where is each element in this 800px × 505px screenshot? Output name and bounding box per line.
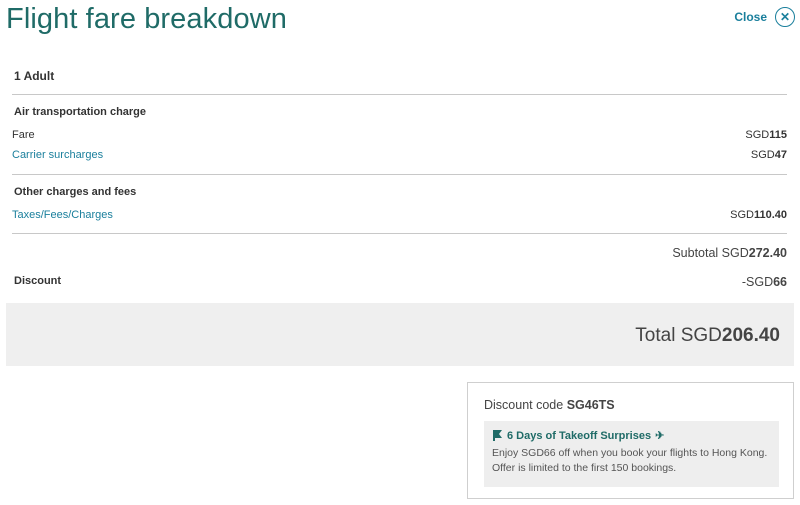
divider [12, 174, 787, 175]
promo-card: Discount code SG46TS 6 Days of Takeoff S… [467, 382, 794, 499]
discount-label: Discount [14, 275, 62, 287]
divider [12, 233, 787, 234]
total-amount: Total SGD206.40 [635, 325, 780, 346]
carrier-surcharges-amount: SGD47 [750, 149, 787, 161]
close-icon[interactable]: ✕ [775, 7, 795, 27]
fare-row: Fare SGD115 [12, 129, 787, 141]
divider [12, 94, 787, 95]
flag-icon [493, 430, 502, 441]
close-label[interactable]: Close [734, 10, 767, 24]
fare-amount: SGD115 [745, 129, 787, 141]
discount-code: Discount code SG46TS [484, 398, 615, 412]
other-charges-heading: Other charges and fees [14, 186, 137, 198]
fare-label: Fare [12, 129, 35, 141]
discount-amount: -SGD66 [741, 275, 787, 289]
page-title: Flight fare breakdown [6, 3, 287, 35]
promo-description: Enjoy SGD66 off when you book your fligh… [492, 447, 768, 474]
carrier-surcharge-row: Carrier surcharges SGD47 [12, 149, 787, 161]
promo-details: 6 Days of Takeoff Surprises ✈ Enjoy SGD6… [484, 421, 779, 487]
close-button[interactable]: Close ✕ [734, 7, 795, 27]
air-transport-heading: Air transportation charge [14, 106, 147, 118]
taxes-row: Taxes/Fees/Charges SGD110.40 [12, 209, 787, 221]
total-bar: Total SGD206.40 [6, 303, 794, 366]
subtotal: Subtotal SGD272.40 [672, 246, 787, 260]
promo-title-row[interactable]: 6 Days of Takeoff Surprises ✈ [492, 429, 771, 442]
taxes-fees-charges-link[interactable]: Taxes/Fees/Charges [12, 209, 113, 221]
taxes-amount: SGD110.40 [730, 209, 787, 221]
passenger-type: 1 Adult [14, 69, 55, 83]
airplane-icon: ✈ [655, 430, 665, 442]
promo-title[interactable]: 6 Days of Takeoff Surprises [507, 430, 651, 442]
carrier-surcharges-link[interactable]: Carrier surcharges [12, 149, 103, 161]
